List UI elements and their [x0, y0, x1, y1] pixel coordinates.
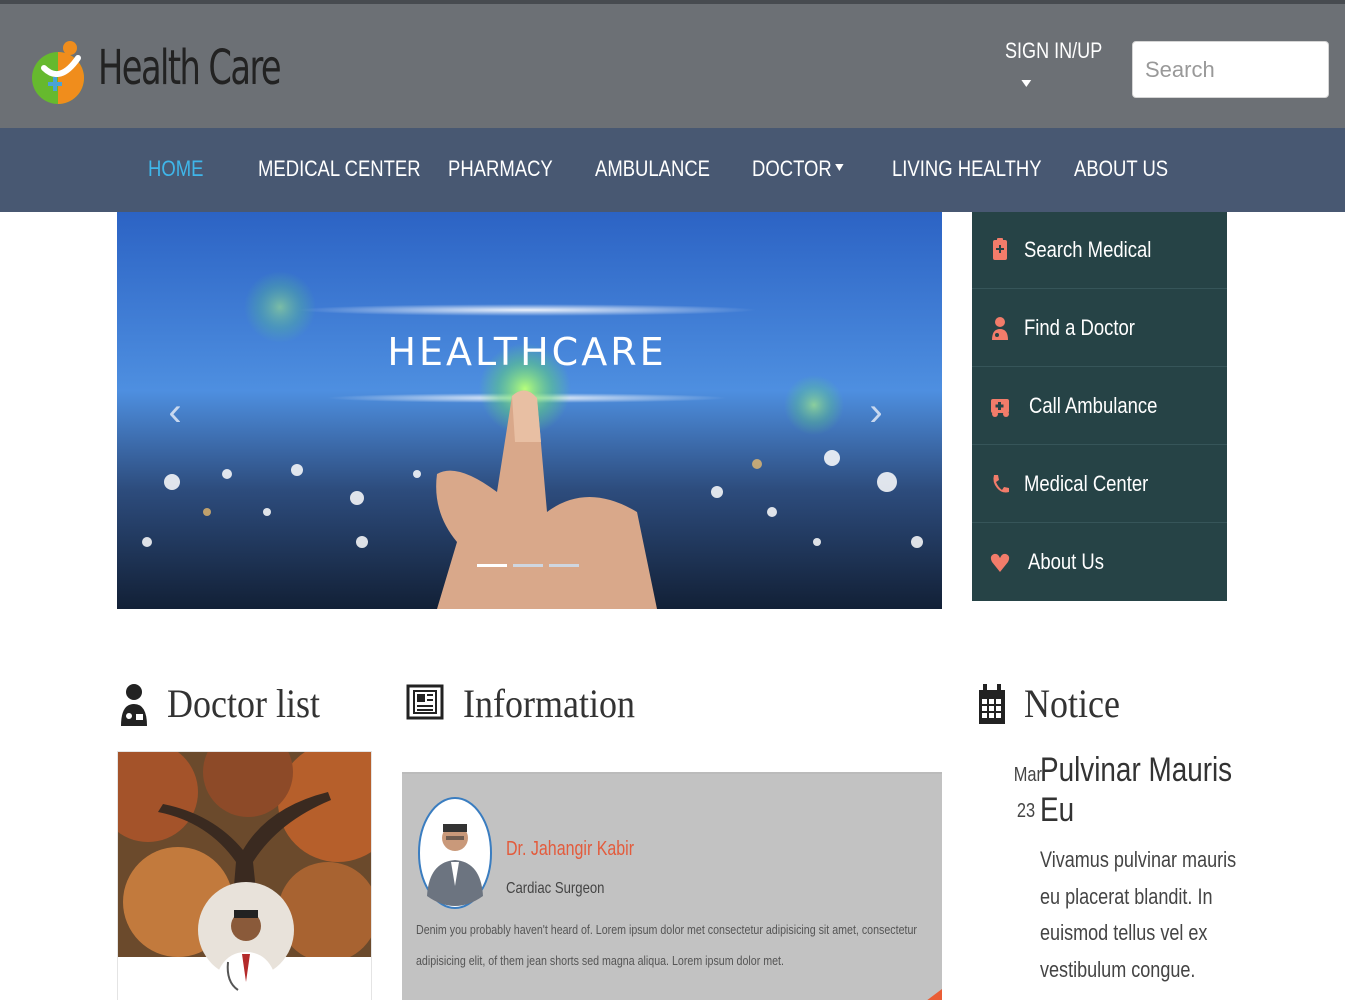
notice-day: 23: [1016, 800, 1036, 822]
quick-menu-label: Medical Center: [1024, 471, 1149, 496]
hero-carousel[interactable]: HEALTHCARE ‹ ›: [117, 212, 942, 609]
carousel-prev-button[interactable]: ‹: [160, 390, 190, 434]
logo[interactable]: Health Care: [28, 34, 282, 106]
chevron-right-icon: ›: [869, 390, 883, 434]
carousel-indicator[interactable]: [477, 564, 507, 567]
phone-icon: [993, 475, 1009, 493]
sign-in-up-label: SIGN IN/UP: [1005, 38, 1103, 63]
ambulance-icon: [991, 399, 1009, 417]
nav-item-medical-center[interactable]: MEDICAL CENTER: [258, 156, 421, 182]
doctor-avatar: [418, 797, 492, 909]
carousel-indicators: [477, 564, 587, 570]
quick-menu-item-medical-center[interactable]: Medical Center: [972, 446, 1227, 523]
nav-item-home[interactable]: HOME: [148, 156, 203, 182]
carousel-next-button[interactable]: ›: [861, 390, 891, 434]
quick-menu-item-call-ambulance[interactable]: Call Ambulance: [972, 368, 1227, 445]
hero-headline: HEALTHCARE: [387, 330, 667, 374]
notice-month: Mar: [1013, 764, 1042, 786]
doctor-role: Cardiac Surgeon: [506, 880, 605, 897]
quick-menu-label: Call Ambulance: [1029, 393, 1158, 418]
nav-item-living-healthy[interactable]: LIVING HEALTHY: [892, 156, 1042, 182]
nav-item-about-us[interactable]: ABOUT US: [1074, 156, 1168, 182]
nav-item-pharmacy[interactable]: PHARMACY: [448, 156, 553, 182]
doctor-name-link[interactable]: Dr. Jahangir Kabir: [506, 838, 634, 861]
quick-menu-label: Find a Doctor: [1024, 315, 1135, 340]
section-title: Doctor list: [167, 681, 320, 726]
logo-icon: [32, 41, 84, 104]
corner-ribbon: [922, 989, 942, 1000]
nav-item-doctor[interactable]: DOCTOR: [752, 156, 844, 182]
quick-menu-label: Search Medical: [1024, 237, 1152, 262]
notice-body: Vivamus pulvinar mauris eu placerat blan…: [1040, 847, 1237, 982]
main-nav: HOME MEDICAL CENTER PHARMACY AMBULANCE D…: [0, 128, 1345, 212]
sign-in-up-link[interactable]: SIGN IN/UP: [1005, 38, 1102, 98]
medical-file-icon: [993, 238, 1007, 260]
nav-item-doctor-label: DOCTOR: [752, 156, 832, 181]
doctor-icon: [992, 317, 1008, 340]
newspaper-icon: [406, 684, 444, 720]
doctor-icon: [121, 684, 147, 726]
information-text: Denim you probably haven't heard of. Lor…: [416, 922, 917, 968]
notice-date: Mar 23: [1013, 757, 1042, 829]
notice-heading: Notice: [977, 680, 1217, 732]
quick-menu-item-search-medical[interactable]: Search Medical: [972, 212, 1227, 289]
quick-menu-item-about-us[interactable]: About Us: [972, 524, 1227, 601]
quick-menu-item-find-doctor[interactable]: Find a Doctor: [972, 290, 1227, 367]
quick-menu: Search Medical Find a Doctor Call Ambula…: [972, 212, 1227, 601]
carousel-indicator[interactable]: [513, 564, 543, 567]
section-title: Notice: [1024, 681, 1120, 726]
section-title: Information: [463, 681, 635, 726]
caret-down-icon: [1021, 80, 1032, 87]
calendar-icon: [979, 684, 1005, 724]
information-card[interactable]: Dr. Jahangir Kabir Cardiac Surgeon Denim…: [402, 772, 942, 1000]
top-header: Health Care SIGN IN/UP: [0, 0, 1345, 128]
notice-title[interactable]: Pulvinar Mauris Eu: [1040, 750, 1237, 830]
search-input[interactable]: [1132, 41, 1329, 98]
heart-icon: [990, 553, 1010, 572]
doctor-card[interactable]: [117, 751, 372, 1000]
logo-text: Health Care: [98, 40, 282, 96]
caret-down-icon: [835, 163, 844, 171]
chevron-left-icon: ‹: [168, 390, 182, 434]
nav-item-ambulance[interactable]: AMBULANCE: [595, 156, 710, 182]
doctor-list-heading: Doctor list: [120, 680, 380, 732]
hero-image: [117, 212, 942, 609]
carousel-indicator[interactable]: [549, 564, 579, 567]
information-heading: Information: [406, 680, 706, 732]
doctor-avatar: [198, 882, 294, 1000]
quick-menu-label: About Us: [1028, 549, 1105, 574]
